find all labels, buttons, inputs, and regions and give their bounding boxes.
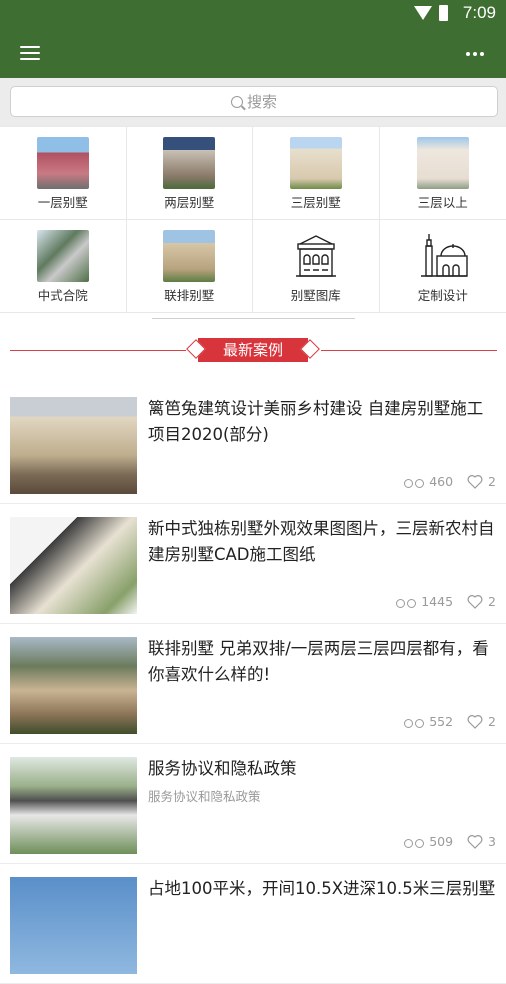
app-toolbar — [0, 28, 506, 78]
wifi-icon — [414, 6, 432, 20]
category-two-story[interactable]: 两层别墅 — [127, 127, 254, 220]
courtyard-thumbnail — [37, 230, 89, 282]
category-gallery[interactable]: 别墅图库 — [253, 220, 380, 313]
views-icon — [404, 477, 424, 487]
above-three-thumbnail — [417, 137, 469, 189]
search-input[interactable]: 搜索 — [10, 86, 498, 117]
article-stats: 1445 2 — [396, 594, 496, 609]
list-item[interactable]: 篱笆兔建筑设计美丽乡村建设 自建房别墅施工项目2020(部分) 460 2 — [0, 384, 506, 504]
section-title: 最新案例 — [198, 338, 308, 362]
article-stats: 460 2 — [404, 474, 496, 489]
views-icon — [404, 717, 424, 727]
status-bar: 7:09 — [0, 0, 506, 28]
list-item[interactable]: 占地100平米，开间10.5X进深10.5米三层别墅 — [0, 864, 506, 984]
category-label: 三层以上 — [418, 192, 468, 211]
article-title: 篱笆兔建筑设计美丽乡村建设 自建房别墅施工项目2020(部分) — [148, 396, 498, 448]
heart-icon[interactable] — [467, 594, 483, 609]
category-label: 中式合院 — [38, 285, 88, 304]
article-stats: 509 3 — [404, 834, 496, 849]
grid-divider — [152, 318, 355, 319]
likes-count: 2 — [488, 594, 496, 609]
heart-icon[interactable] — [467, 834, 483, 849]
category-one-story[interactable]: 一层别墅 — [0, 127, 127, 220]
search-area: 搜索 — [0, 78, 506, 126]
category-courtyard[interactable]: 中式合院 — [0, 220, 127, 313]
article-subtitle: 服务协议和隐私政策 — [148, 786, 261, 805]
section-line-right — [321, 350, 497, 351]
heart-icon[interactable] — [467, 714, 483, 729]
likes-count: 3 — [488, 834, 496, 849]
menu-icon[interactable] — [20, 44, 42, 62]
villa-line-icon — [290, 230, 342, 282]
section-header: 最新案例 — [0, 338, 506, 364]
views-count: 552 — [429, 714, 453, 729]
battery-icon — [439, 5, 448, 21]
category-custom-design[interactable]: 定制设计 — [380, 220, 506, 313]
category-above-three[interactable]: 三层以上 — [380, 127, 506, 220]
category-label: 三层别墅 — [291, 192, 341, 211]
category-townhouse[interactable]: 联排别墅 — [127, 220, 254, 313]
three-story-thumbnail — [290, 137, 342, 189]
category-label: 一层别墅 — [38, 192, 88, 211]
views-icon — [404, 837, 424, 847]
search-icon — [231, 96, 243, 108]
category-label: 定制设计 — [418, 285, 468, 304]
article-title: 新中式独栋别墅外观效果图图片，三层新农村自建房别墅CAD施工图纸 — [148, 516, 498, 568]
article-thumbnail — [10, 757, 137, 854]
article-title: 占地100平米，开间10.5X进深10.5米三层别墅 — [148, 876, 498, 902]
article-thumbnail — [10, 397, 137, 494]
heart-icon[interactable] — [467, 474, 483, 489]
mosque-line-icon — [417, 230, 469, 282]
category-label: 两层别墅 — [164, 192, 214, 211]
category-three-story[interactable]: 三层别墅 — [253, 127, 380, 220]
article-title: 联排别墅 兄弟双排/一层两层三层四层都有，看你喜欢什么样的! — [148, 636, 498, 688]
townhouse-thumbnail — [163, 230, 215, 282]
likes-count: 2 — [488, 714, 496, 729]
article-list: 篱笆兔建筑设计美丽乡村建设 自建房别墅施工项目2020(部分) 460 2 新中… — [0, 384, 506, 984]
list-item[interactable]: 服务协议和隐私政策 服务协议和隐私政策 509 3 — [0, 744, 506, 864]
more-options-icon[interactable] — [464, 44, 486, 62]
likes-count: 2 — [488, 474, 496, 489]
status-time: 7:09 — [463, 3, 496, 23]
two-story-thumbnail — [163, 137, 215, 189]
article-title: 服务协议和隐私政策 — [148, 756, 498, 782]
list-item[interactable]: 联排别墅 兄弟双排/一层两层三层四层都有，看你喜欢什么样的! 552 2 — [0, 624, 506, 744]
one-story-thumbnail — [37, 137, 89, 189]
article-thumbnail — [10, 877, 137, 974]
article-thumbnail — [10, 517, 137, 614]
category-label: 别墅图库 — [291, 285, 341, 304]
category-label: 联排别墅 — [164, 285, 214, 304]
category-grid: 一层别墅 两层别墅 三层别墅 三层以上 中式合院 联排别墅 — [0, 126, 506, 312]
views-count: 509 — [429, 834, 453, 849]
article-stats: 552 2 — [404, 714, 496, 729]
list-item[interactable]: 新中式独栋别墅外观效果图图片，三层新农村自建房别墅CAD施工图纸 1445 2 — [0, 504, 506, 624]
views-icon — [396, 597, 416, 607]
views-count: 1445 — [421, 594, 453, 609]
search-placeholder: 搜索 — [247, 91, 277, 112]
views-count: 460 — [429, 474, 453, 489]
article-thumbnail — [10, 637, 137, 734]
section-line-left — [10, 350, 186, 351]
